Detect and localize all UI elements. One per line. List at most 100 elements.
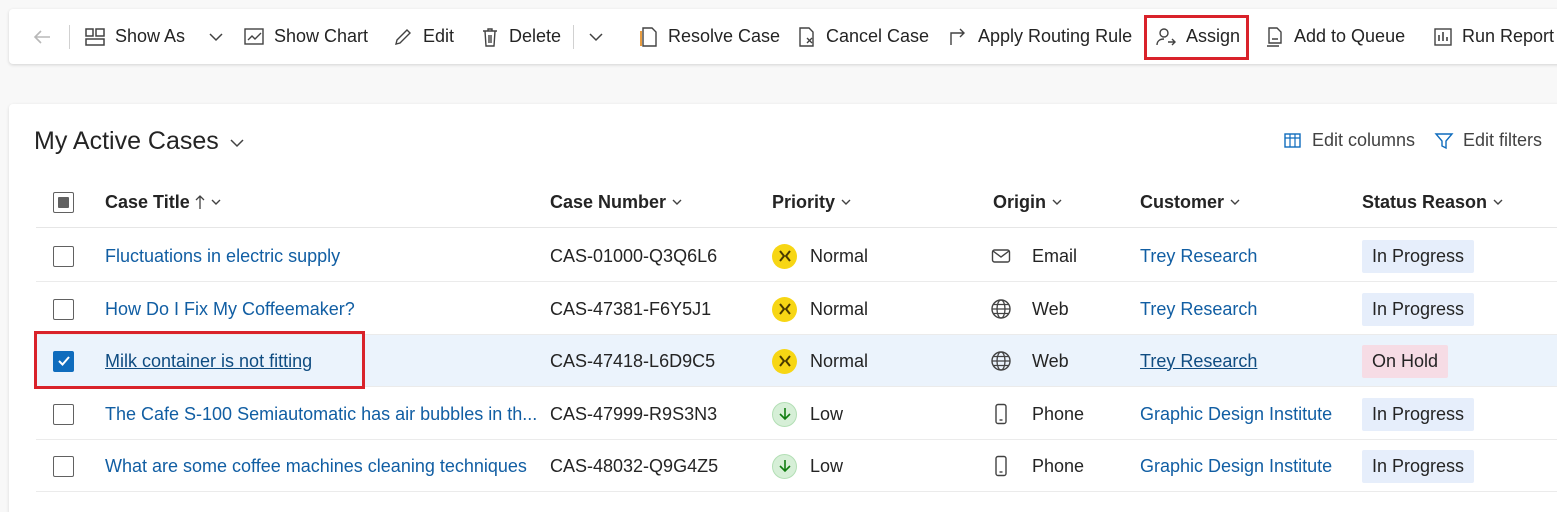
sort-ascending-icon [195, 195, 205, 209]
priority-value: Normal [810, 350, 869, 371]
chevron-down-icon [589, 32, 603, 41]
table-row[interactable]: The Cafe S-100 Semiautomatic has air bub… [36, 388, 1557, 440]
back-arrow-icon [33, 29, 50, 44]
more-commands-button[interactable] [588, 9, 604, 64]
resolve-document-icon [640, 26, 657, 47]
edit-columns-button[interactable]: Edit columns [1283, 130, 1415, 151]
origin-value: Phone [1032, 403, 1085, 424]
customer-link[interactable]: Trey Research [1140, 230, 1257, 282]
show-chart-label: Show Chart [274, 26, 369, 46]
column-header-origin[interactable]: Origin [993, 176, 1063, 228]
case-number: CAS-47999-R9S3N3 [550, 403, 718, 424]
customer-link[interactable]: Graphic Design Institute [1140, 440, 1332, 492]
edit-button[interactable]: Edit [392, 9, 454, 64]
column-label: Origin [993, 191, 1046, 212]
toolbar-separator [69, 25, 70, 49]
origin-cell: Web [990, 283, 1069, 335]
case-number: CAS-47381-F6Y5J1 [550, 298, 712, 319]
add-to-queue-label: Add to Queue [1294, 26, 1406, 46]
apply-routing-rule-button[interactable]: Apply Routing Rule [947, 9, 1132, 64]
status-reason-cell: In Progress [1362, 230, 1475, 282]
edit-columns-icon [1284, 132, 1301, 148]
normal-priority-icon [772, 243, 797, 269]
selected-row-highlight-box [34, 331, 365, 389]
column-label: Status Reason [1362, 191, 1488, 212]
row-checkbox[interactable] [53, 230, 74, 282]
column-label: Priority [772, 191, 836, 212]
column-header-customer[interactable]: Customer [1140, 176, 1241, 228]
cancel-case-button[interactable]: Cancel Case [797, 9, 929, 64]
row-checkbox[interactable] [53, 388, 74, 440]
normal-priority-icon [772, 296, 797, 322]
row-checkbox[interactable] [53, 440, 74, 492]
globe-icon [990, 298, 1012, 320]
column-header-status-reason[interactable]: Status Reason [1362, 176, 1504, 228]
chevron-down-icon [672, 199, 682, 205]
select-all-checkbox[interactable] [53, 176, 74, 228]
row-checkbox-box [53, 245, 74, 267]
priority-value: Normal [810, 245, 869, 266]
toolbar-separator [573, 25, 574, 49]
resolve-case-button[interactable]: Resolve Case [639, 9, 780, 64]
run-report-button[interactable]: Run Report [1433, 9, 1554, 64]
low-priority-icon [772, 453, 797, 479]
column-label: Case Number [550, 191, 667, 212]
assign-highlight-box [1144, 15, 1249, 60]
origin-value: Web [1032, 298, 1069, 319]
low-priority-icon [772, 401, 797, 427]
status-reason-cell: In Progress [1362, 388, 1475, 440]
column-header-case-number[interactable]: Case Number [550, 176, 683, 228]
pencil-icon [395, 28, 411, 45]
priority-cell: Normal [772, 335, 868, 387]
case-title-link[interactable]: What are some coffee machines cleaning t… [105, 440, 527, 492]
table-row[interactable]: What are some coffee machines cleaning t… [36, 440, 1557, 492]
case-title-link[interactable]: Fluctuations in electric supply [105, 230, 340, 282]
table-row[interactable]: How Do I Fix My Coffeemaker? CAS-47381-F… [36, 283, 1557, 335]
delete-button[interactable]: Delete [480, 9, 561, 64]
customer-link[interactable]: Graphic Design Institute [1140, 388, 1332, 440]
trash-icon [483, 27, 497, 47]
delete-label: Delete [509, 26, 562, 46]
priority-cell: Low [772, 388, 843, 440]
add-to-queue-button[interactable]: Add to Queue [1265, 9, 1405, 64]
origin-cell: Email [990, 230, 1077, 282]
show-chart-button[interactable]: Show Chart [243, 9, 368, 64]
show-as-label: Show As [115, 26, 186, 46]
column-header-case-title[interactable]: Case Title [105, 176, 222, 228]
table-row[interactable]: Fluctuations in electric supply CAS-0100… [36, 230, 1557, 282]
customer-link[interactable]: Trey Research [1140, 335, 1257, 387]
queue-icon [1267, 26, 1282, 47]
status-reason-cell: In Progress [1362, 283, 1475, 335]
globe-icon [990, 350, 1012, 372]
edit-filters-button[interactable]: Edit filters [1434, 130, 1542, 151]
priority-value: Normal [810, 298, 869, 319]
status-reason-cell: In Progress [1362, 440, 1475, 492]
cancel-case-label: Cancel Case [826, 26, 930, 46]
apply-routing-rule-label: Apply Routing Rule [978, 26, 1133, 46]
priority-value: Low [810, 403, 844, 424]
case-title-link[interactable]: The Cafe S-100 Semiautomatic has air bub… [105, 388, 537, 440]
row-checkbox[interactable] [53, 283, 74, 335]
mail-icon [990, 248, 1012, 264]
priority-cell: Normal [772, 230, 868, 282]
column-header-priority[interactable]: Priority [772, 176, 852, 228]
origin-cell: Web [990, 335, 1069, 387]
view-title: My Active Cases [34, 127, 219, 155]
edit-label: Edit [423, 26, 455, 46]
row-checkbox-box [53, 403, 74, 425]
customer-link[interactable]: Trey Research [1140, 283, 1257, 335]
status-badge: On Hold [1362, 344, 1449, 378]
origin-value: Web [1032, 350, 1069, 371]
case-title-link[interactable]: How Do I Fix My Coffeemaker? [105, 283, 355, 335]
chevron-down-icon [211, 199, 221, 205]
show-as-button[interactable]: Show As [84, 9, 224, 64]
row-checkbox-box [53, 455, 74, 477]
edit-filters-label: Edit filters [1463, 130, 1543, 150]
chevron-down-icon [1052, 199, 1062, 205]
edit-columns-label: Edit columns [1312, 130, 1416, 150]
priority-value: Low [810, 455, 844, 476]
column-label: Customer [1140, 191, 1225, 212]
view-selector[interactable]: My Active Cases [34, 127, 245, 156]
back-button[interactable] [31, 9, 53, 64]
chevron-down-icon [230, 139, 244, 148]
